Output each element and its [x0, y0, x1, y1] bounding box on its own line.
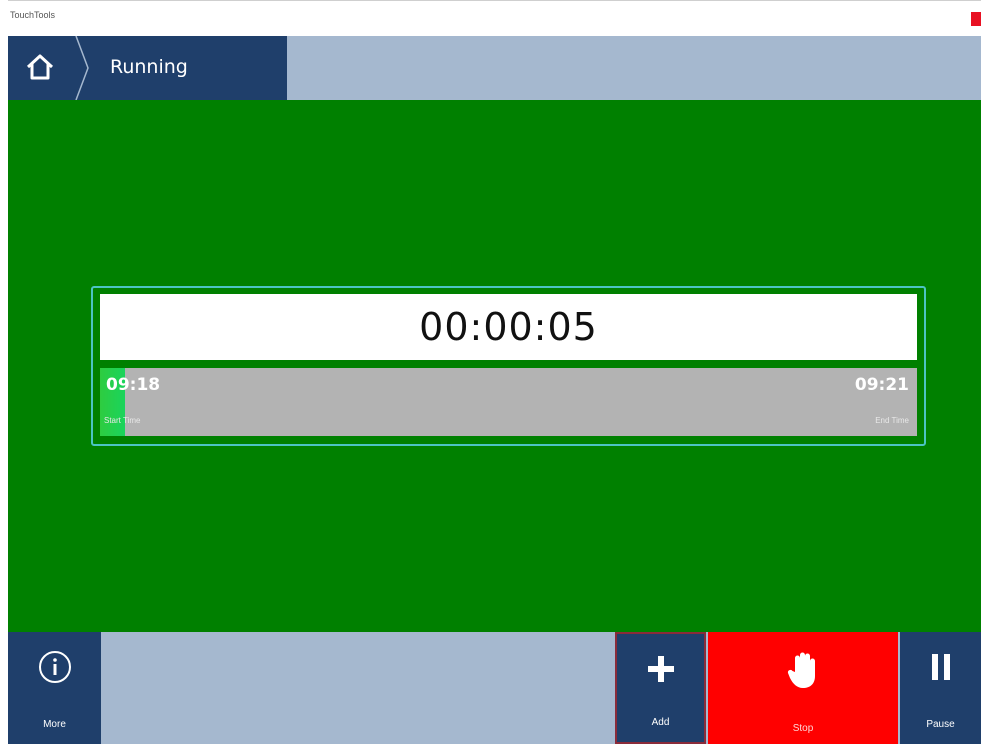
bottom-toolbar: More Add Stop Pause	[8, 632, 981, 744]
stop-button[interactable]: Stop	[708, 632, 898, 744]
elapsed-time: 00:00:05	[100, 294, 917, 360]
end-time: 09:21	[854, 375, 909, 395]
app-window: TouchTools Running 00:00:05 09:18 Start …	[8, 0, 981, 744]
info-icon	[38, 651, 71, 683]
app-title: TouchTools	[10, 10, 56, 20]
breadcrumb: Running	[74, 36, 287, 100]
stop-label: Stop	[792, 723, 814, 734]
timer-panel: 00:00:05 09:18 Start Time 09:21 End Time	[91, 286, 926, 446]
add-button[interactable]: Add	[615, 632, 706, 744]
breadcrumb-current: Running	[110, 56, 188, 78]
more-button[interactable]: More	[8, 632, 101, 744]
title-bar: TouchTools	[8, 0, 981, 37]
pause-label: Pause	[926, 719, 955, 730]
home-button[interactable]	[8, 36, 74, 100]
pause-icon	[931, 654, 950, 680]
end-time-label: End Time	[875, 416, 909, 425]
running-panel: 00:00:05 09:18 Start Time 09:21 End Time	[8, 100, 981, 632]
add-label: Add	[651, 717, 670, 728]
start-time: 09:18	[106, 375, 161, 395]
hand-icon	[787, 652, 815, 688]
start-time-label: Start Time	[104, 416, 141, 425]
nav-bar: Running	[8, 36, 981, 100]
time-progress-bar: 09:18 Start Time 09:21 End Time	[100, 368, 917, 436]
close-icon[interactable]	[971, 12, 981, 26]
home-icon	[26, 54, 54, 80]
more-label: More	[43, 719, 66, 730]
plus-icon	[647, 656, 674, 682]
breadcrumb-separator	[75, 36, 89, 100]
pause-button[interactable]: Pause	[900, 632, 981, 744]
